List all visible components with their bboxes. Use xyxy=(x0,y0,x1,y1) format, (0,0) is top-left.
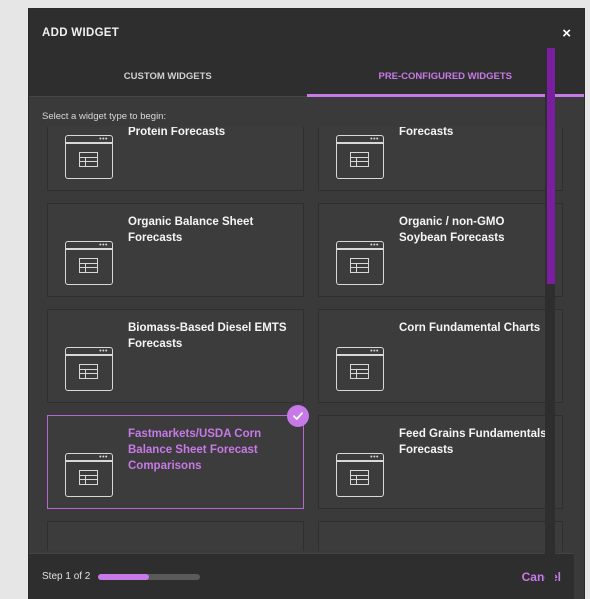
modal-header: ADD WIDGET × xyxy=(29,9,584,57)
table-window-icon: ••• xyxy=(65,453,113,497)
widget-card[interactable]: ••• Organic / non-GMO Corn Forecasts xyxy=(318,127,563,191)
widget-grid: ••• Organic / non-GMO Animal Protein Fore… xyxy=(47,127,563,551)
table-window-icon: ••• xyxy=(65,347,113,391)
widget-card-title: Organic / non-GMO Animal Protein Forecas… xyxy=(128,127,226,138)
widget-card[interactable]: ••• Organic / non-GMO Soybean Forecasts xyxy=(318,203,563,297)
modal-title: ADD WIDGET xyxy=(42,27,120,39)
widget-card[interactable]: ••• Organic / non-GMO Animal Protein Fore… xyxy=(47,127,304,191)
instruction-text: Select a widget type to begin: xyxy=(42,111,167,122)
widget-card[interactable]: ••• Fastmarkets/USDA Corn Balance Sheet F… xyxy=(47,405,309,509)
widget-grid-viewport[interactable]: ••• Organic / non-GMO Animal Protein Fore… xyxy=(29,127,574,551)
widget-card[interactable]: ••• xyxy=(318,521,563,551)
widget-list-area: Select a widget type to begin: ••• Organi… xyxy=(29,97,584,551)
widget-card-title: Feed Grains Fundamentals Forecasts xyxy=(399,428,547,456)
widget-card-title: Corn Fundamental Charts xyxy=(399,322,541,334)
tab-pre-configured-widgets[interactable]: PRE-CONFIGURED WIDGETS xyxy=(306,57,585,97)
cancel-button[interactable]: Cancel xyxy=(522,570,561,584)
step-indicator: Step 1 of 2 xyxy=(42,571,91,582)
selected-check-icon xyxy=(287,405,309,427)
table-window-icon: ••• xyxy=(336,453,384,497)
widget-tabs: CUSTOM WIDGETS PRE-CONFIGURED WIDGETS xyxy=(29,57,584,97)
widget-card-title: Biomass-Based Diesel EMTS Forecasts xyxy=(128,322,287,350)
widget-card[interactable]: ••• Corn Fundamental Charts xyxy=(318,309,563,403)
table-window-icon: ••• xyxy=(65,135,113,179)
scrollbar-thumb[interactable] xyxy=(547,48,555,284)
add-widget-modal: ADD WIDGET × CUSTOM WIDGETS PRE-CONFIGUR… xyxy=(29,9,584,599)
table-window-icon: ••• xyxy=(336,347,384,391)
step-progress-fill xyxy=(98,573,150,580)
modal-footer: Step 1 of 2 Cancel xyxy=(29,553,574,599)
step-progress-bar xyxy=(98,573,201,580)
widget-card-title: Organic Balance Sheet Forecasts xyxy=(128,216,254,244)
table-window-icon: ••• xyxy=(65,241,113,285)
close-button[interactable]: × xyxy=(562,26,571,41)
widget-card[interactable]: ••• xyxy=(47,521,304,551)
widget-card[interactable]: ••• Organic Balance Sheet Forecasts xyxy=(47,203,304,297)
table-window-icon: ••• xyxy=(336,241,384,285)
widget-card-title: Fastmarkets/USDA Corn Balance Sheet Fore… xyxy=(128,428,262,472)
widget-card-title: Organic / non-GMO Soybean Forecasts xyxy=(399,216,505,244)
widget-card[interactable]: ••• Biomass-Based Diesel EMTS Forecasts xyxy=(47,309,304,403)
scrollbar-track[interactable] xyxy=(545,48,555,590)
widget-card-title: Organic / non-GMO Corn Forecasts xyxy=(399,127,454,138)
widget-card[interactable]: ••• Feed Grains Fundamentals Forecasts xyxy=(318,415,563,509)
table-window-icon: ••• xyxy=(336,135,384,179)
tab-custom-widgets[interactable]: CUSTOM WIDGETS xyxy=(29,57,307,96)
